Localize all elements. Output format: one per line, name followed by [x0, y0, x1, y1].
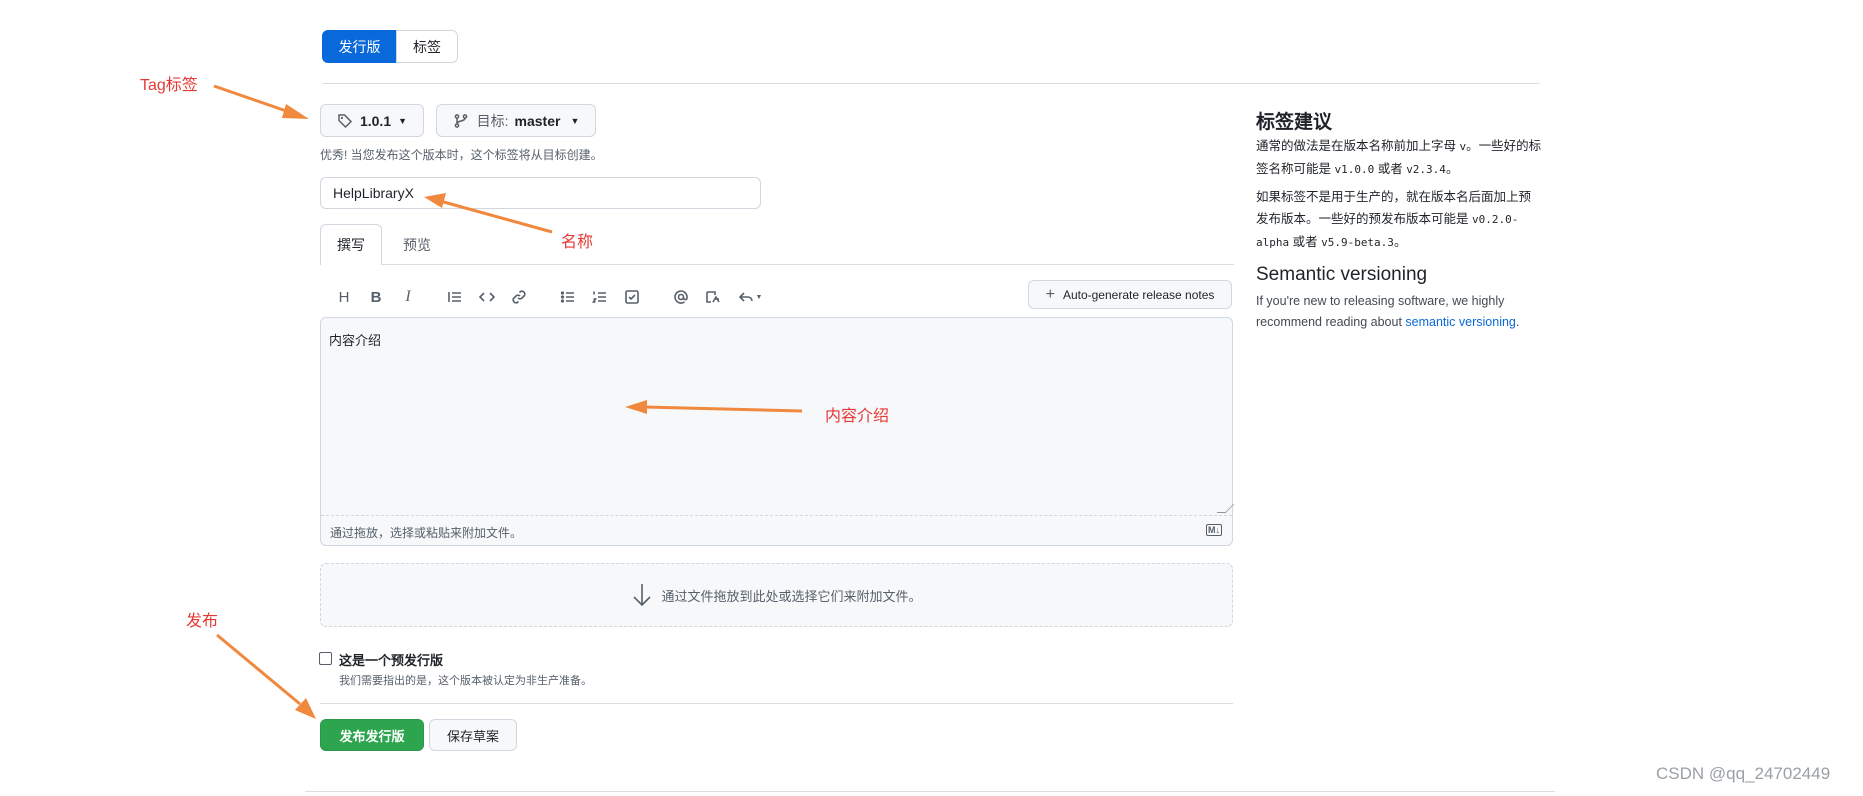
tab-preview[interactable]: 预览 [392, 224, 442, 265]
publish-release-button[interactable]: 发布发行版 [320, 719, 424, 751]
text-fragment: . [1515, 315, 1520, 329]
target-select-button[interactable]: 目标: master ▼ [436, 104, 596, 137]
quote-icon [448, 292, 461, 302]
resize-handle[interactable] [1216, 504, 1235, 513]
tab-tags[interactable]: 标签 [396, 30, 458, 63]
link-icon [512, 290, 526, 304]
bold-button[interactable]: B [366, 287, 386, 307]
tab-write[interactable]: 撰写 [320, 224, 382, 265]
annotation-tag: Tag标签 [140, 77, 198, 94]
unordered-list-button[interactable] [558, 287, 578, 307]
arrow-to-tag [213, 84, 293, 115]
auto-generate-label: Auto-generate release notes [1062, 287, 1215, 302]
tag-hint: 优秀! 当您发布这个版本时，这个标签将从目标创建。 [320, 148, 603, 162]
chevron-down-icon: ▼ [570, 115, 580, 126]
annotation-content: 内容介绍 [825, 408, 890, 425]
text-fragment: 或者 [1289, 235, 1322, 249]
annotation-publish: 发布 [186, 613, 219, 630]
code-example-2: v2.3.4 [1406, 163, 1446, 176]
code-example-4: v5.9-beta.3 [1321, 236, 1394, 249]
unordered-list-icon [560, 291, 574, 303]
chevron-down-icon: ▼ [755, 293, 763, 301]
attach-bar[interactable]: 通过拖放，选择或粘贴来附加文件。 M↓ [321, 515, 1232, 546]
quote-button[interactable] [445, 287, 465, 307]
arrow-down-icon [631, 582, 653, 608]
text-fragment: 或者 [1374, 162, 1407, 176]
prerelease-checkbox[interactable] [319, 652, 332, 665]
bottom-divider [305, 791, 1555, 792]
tab-tags-label: 标签 [413, 38, 441, 55]
tab-write-label: 撰写 [337, 237, 365, 253]
editor-tab-divider [382, 264, 1234, 265]
heading-button[interactable]: H [334, 287, 354, 307]
release-body-editor[interactable]: 内容介绍 通过拖放，选择或粘贴来附加文件。 M↓ [320, 317, 1235, 546]
tag-suggestions-paragraph-2: 如果标签不是用于生产的，就在版本名后面加上预发布版本。一些好的预发布版本可能是 … [1256, 186, 1542, 254]
mention-button[interactable] [671, 287, 691, 307]
tag-suggestions-heading: 标签建议 [1256, 112, 1333, 133]
dropzone-text: 通过文件拖放到此处或选择它们来附加文件。 [661, 588, 922, 604]
attach-hint: 通过拖放，选择或粘贴来附加文件。 [330, 526, 523, 540]
arrowhead-tag [282, 104, 309, 119]
italic-button[interactable]: I [398, 287, 418, 307]
task-list-button[interactable] [622, 287, 642, 307]
tag-suggestions-paragraph-1: 通常的做法是在版本名称前加上字母 v。一些好的标签名称可能是 v1.0.0 或者… [1256, 135, 1542, 181]
form-divider [320, 703, 1233, 704]
code-button[interactable] [477, 287, 497, 307]
mention-icon [674, 290, 688, 304]
link-button[interactable] [509, 287, 529, 307]
code-icon [479, 292, 495, 302]
text-fragment: 。 [1445, 162, 1459, 176]
tag-select-button[interactable]: 1.0.1 ▼ [320, 104, 424, 137]
arrowhead-publish [295, 698, 316, 719]
reference-icon [706, 291, 720, 303]
undo-button[interactable]: ▼ [735, 287, 765, 307]
annotation-name: 名称 [561, 234, 594, 251]
ordered-list-icon [592, 291, 606, 303]
heading-icon: H [338, 288, 350, 306]
branch-icon [453, 113, 469, 129]
target-prefix: 目标: [476, 112, 509, 129]
tab-releases[interactable]: 发行版 [322, 30, 397, 63]
tab-releases-label: 发行版 [338, 38, 381, 55]
task-list-icon [625, 290, 639, 304]
chevron-down-icon: ▼ [398, 115, 408, 126]
italic-icon: I [405, 288, 411, 305]
release-title-input[interactable] [320, 177, 761, 209]
plus-icon: + [1045, 285, 1055, 303]
tag-icon [337, 113, 353, 129]
prerelease-label[interactable]: 这是一个预发行版 [339, 650, 443, 669]
markdown-icon: M↓ [1206, 524, 1222, 536]
text-fragment: 通常的做法是在版本名称前加上字母 [1256, 139, 1460, 153]
publish-label: 发布发行版 [339, 728, 405, 744]
semver-link[interactable]: semantic versioning [1405, 315, 1515, 329]
semver-paragraph: If you're new to releasing software, we … [1256, 291, 1546, 333]
file-drop-zone[interactable]: 通过文件拖放到此处或选择它们来附加文件。 [320, 563, 1233, 627]
ordered-list-button[interactable] [590, 287, 610, 307]
release-body-text: 内容介绍 [329, 333, 382, 348]
top-divider [322, 83, 1540, 84]
save-draft-button[interactable]: 保存草案 [429, 719, 517, 751]
tag-value: 1.0.1 [359, 112, 392, 129]
text-fragment: 。 [1393, 235, 1407, 249]
draft-label: 保存草案 [446, 728, 499, 744]
semver-heading: Semantic versioning [1256, 264, 1428, 285]
code-example-1: v1.0.0 [1334, 163, 1375, 176]
reference-button[interactable] [703, 287, 723, 307]
arrow-to-publish [216, 633, 301, 706]
undo-icon [738, 292, 753, 302]
target-value: master [514, 112, 561, 129]
bold-icon: B [370, 288, 382, 306]
prerelease-description: 我们需要指出的是，这个版本被认定为非生产准备。 [339, 675, 592, 687]
watermark: CSDN @qq_24702449 [1656, 764, 1831, 783]
auto-generate-button[interactable]: + Auto-generate release notes [1028, 280, 1232, 309]
tab-preview-label: 预览 [403, 236, 431, 253]
